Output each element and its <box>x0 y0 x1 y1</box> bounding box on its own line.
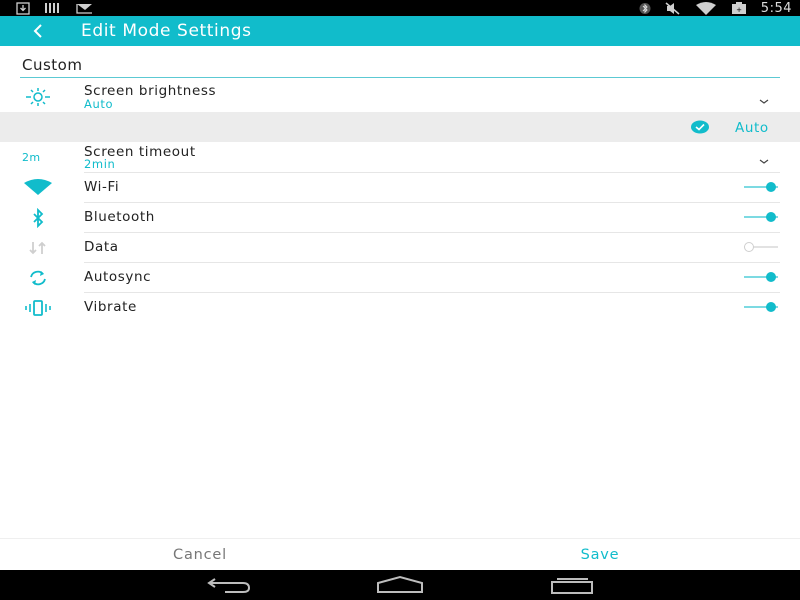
save-button[interactable]: Save <box>400 539 800 571</box>
brightness-option-auto[interactable]: Auto <box>0 112 800 142</box>
data-arrows-icon <box>22 238 54 258</box>
recents-nav-icon[interactable] <box>548 575 596 595</box>
bluetooth-toggle[interactable] <box>744 211 778 223</box>
section-divider <box>20 77 780 78</box>
page-title: Edit Mode Settings <box>81 21 252 41</box>
data-toggle[interactable] <box>744 241 778 253</box>
status-clock: 5:54 <box>760 0 792 16</box>
timeout-row[interactable]: 2m Screen timeout 2min <box>0 142 800 172</box>
wifi-icon <box>22 178 54 198</box>
check-circle-icon <box>690 119 710 135</box>
home-nav-icon[interactable] <box>375 575 425 595</box>
brightness-icon <box>22 87 54 107</box>
mute-icon <box>665 1 681 15</box>
wifi-icon <box>695 1 717 15</box>
vibrate-toggle[interactable] <box>744 301 778 313</box>
section-title: Custom <box>22 56 83 74</box>
mail-icon <box>76 2 94 14</box>
chevron-down-icon[interactable] <box>758 92 770 104</box>
back-arrow-icon[interactable] <box>28 21 48 41</box>
data-title: Data <box>84 239 119 255</box>
chevron-down-icon[interactable] <box>758 152 770 164</box>
timeout-icon-text: 2m <box>22 150 41 164</box>
brightness-row[interactable]: Screen brightness Auto <box>0 80 800 112</box>
sync-icon <box>22 268 54 288</box>
download-icon <box>16 1 30 15</box>
navigation-bar <box>0 570 800 600</box>
brightness-value: Auto <box>84 97 114 111</box>
action-bar: Cancel Save <box>0 538 800 571</box>
wifi-title: Wi-Fi <box>84 179 120 195</box>
autosync-row: Autosync <box>0 263 800 293</box>
bluetooth-row: Bluetooth <box>0 203 800 233</box>
timeout-value: 2min <box>84 157 116 171</box>
autosync-toggle[interactable] <box>744 271 778 283</box>
bluetooth-icon <box>639 2 651 15</box>
battery-icon: + <box>731 1 747 15</box>
barcode-icon <box>44 2 62 14</box>
brightness-option-label: Auto <box>735 120 769 136</box>
vibrate-row: Vibrate <box>0 293 800 323</box>
svg-text:+: + <box>736 6 742 14</box>
vibrate-icon <box>22 298 54 318</box>
vibrate-title: Vibrate <box>84 299 137 315</box>
status-bar: + 5:54 <box>0 0 800 16</box>
app-bar: Edit Mode Settings <box>0 16 800 46</box>
data-row: Data <box>0 233 800 263</box>
bluetooth-icon <box>22 208 54 228</box>
timeout-icon: 2m <box>22 147 54 167</box>
autosync-title: Autosync <box>84 269 152 285</box>
wifi-row: Wi-Fi <box>0 173 800 203</box>
wifi-toggle[interactable] <box>744 181 778 193</box>
bluetooth-title: Bluetooth <box>84 209 155 225</box>
back-nav-icon[interactable] <box>205 575 253 595</box>
cancel-button[interactable]: Cancel <box>0 539 400 571</box>
